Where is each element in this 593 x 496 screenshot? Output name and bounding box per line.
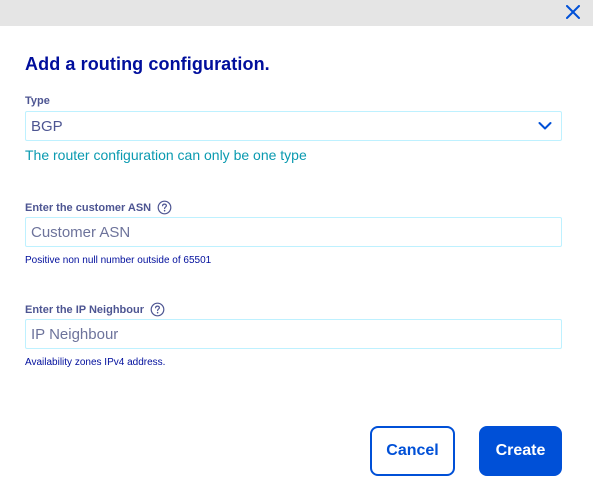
customer-asn-input[interactable] <box>26 218 561 246</box>
type-select[interactable]: BGP <box>25 111 562 141</box>
ip-neighbour-input[interactable] <box>26 320 561 348</box>
type-label: Type <box>25 95 50 107</box>
type-select-value: BGP <box>31 118 63 135</box>
cancel-button[interactable]: Cancel <box>370 426 455 476</box>
customer-asn-field[interactable] <box>25 217 562 247</box>
asn-helper-text: Positive non null number outside of 6550… <box>25 255 212 266</box>
ip-help-icon[interactable] <box>150 302 165 317</box>
asn-label: Enter the customer ASN <box>25 200 172 215</box>
type-info-text: The router configuration can only be one… <box>25 147 307 163</box>
close-button[interactable] <box>563 2 583 22</box>
close-icon <box>566 5 580 19</box>
ip-neighbour-label: Enter the IP Neighbour <box>25 302 165 317</box>
ip-helper-text: Availability zones IPv4 address. <box>25 357 166 368</box>
chevron-down-icon <box>538 122 552 130</box>
type-label-text: Type <box>25 95 50 107</box>
asn-label-text: Enter the customer ASN <box>25 201 152 214</box>
ip-neighbour-field[interactable] <box>25 319 562 349</box>
dialog-header-bar <box>0 0 593 26</box>
asn-help-icon[interactable] <box>157 200 172 215</box>
create-button[interactable]: Create <box>479 426 562 476</box>
ip-neighbour-label-text: Enter the IP Neighbour <box>25 303 144 316</box>
dialog-title: Add a routing configuration. <box>25 54 270 74</box>
